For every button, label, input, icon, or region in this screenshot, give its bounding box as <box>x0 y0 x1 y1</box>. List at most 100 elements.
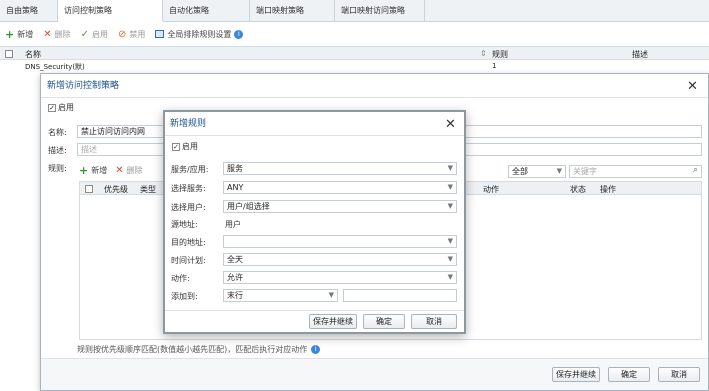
enable-checkbox[interactable]: ✓ <box>48 103 56 112</box>
action-select[interactable]: 允许 ▼ <box>223 271 457 284</box>
table-row[interactable]: DNS_Security(默) 1 <box>0 60 709 72</box>
add-to-select[interactable]: 末行 ▼ <box>223 289 338 302</box>
sort-icon[interactable]: ⇕ <box>480 49 487 58</box>
dest-address-label: 目的地址: <box>171 238 206 247</box>
table-header: 名称 ⇕ 规则 描述 <box>0 46 709 60</box>
action-value: 允许 <box>227 273 243 282</box>
info-icon[interactable]: i <box>234 29 244 39</box>
schedule-value: 全天 <box>227 255 243 264</box>
chevron-down-icon: ▼ <box>447 255 453 263</box>
service-value: ANY <box>227 183 244 192</box>
ok-button[interactable]: 确定 <box>608 367 650 382</box>
service-app-label: 服务/应用: <box>171 165 209 174</box>
exclude-rules-button[interactable]: 全局排除规则设置 i <box>155 29 244 40</box>
rule-add-label: 新增 <box>91 166 108 175</box>
chevron-down-icon: ▼ <box>328 291 334 299</box>
select-all-checkbox[interactable] <box>5 50 13 58</box>
enable-label: 启用 <box>92 29 108 39</box>
disable-label: 禁用 <box>129 29 146 39</box>
row-rule: 1 <box>492 62 497 70</box>
ban-icon: ⊘ <box>118 28 127 40</box>
rule-enable-row[interactable]: ✓ 启用 <box>172 141 198 152</box>
info-icon[interactable]: i <box>311 345 321 354</box>
list-icon <box>155 30 165 38</box>
chevron-down-icon: ▼ <box>447 237 453 245</box>
rule-enable-checkbox[interactable]: ✓ <box>172 142 180 151</box>
plus-icon: + <box>79 164 89 177</box>
col-desc: 描述 <box>632 50 648 59</box>
enable-checkbox-row[interactable]: ✓ 启用 <box>48 102 74 113</box>
add-button[interactable]: + 新增 <box>5 28 33 41</box>
delete-label: 删除 <box>54 29 71 39</box>
rule-cancel-button[interactable]: 取消 <box>411 314 457 329</box>
enable-button[interactable]: ✓ 启用 <box>81 29 108 40</box>
tab-2[interactable]: 自动化策略 <box>163 0 250 22</box>
add-label: 新增 <box>17 29 34 39</box>
search-icon[interactable]: ⌕ <box>693 166 698 176</box>
service-app-select[interactable]: 服务 ▼ <box>223 162 457 175</box>
priority-hint: 规则按优先级顺序匹配(数值越小越先匹配)，匹配后执行对应动作 i <box>77 344 321 355</box>
row-name: DNS_Security(默) <box>25 63 85 71</box>
chevron-down-icon: ▼ <box>447 273 453 281</box>
user-value: 用户/组选择 <box>227 202 270 211</box>
service-app-value: 服务 <box>227 164 243 173</box>
user-select[interactable]: 用户/组选择 ▼ <box>223 200 457 213</box>
dialog-title: 新增访问控制策略 <box>41 74 708 98</box>
source-address-value: 用户 <box>225 220 241 229</box>
col-priority: 优先级 <box>104 185 128 194</box>
add-to-value: 末行 <box>227 291 243 300</box>
delete-icon: ✕ <box>43 28 52 40</box>
rule-select-all-checkbox[interactable] <box>85 185 93 193</box>
action-label: 动作: <box>171 274 190 283</box>
tab-0[interactable]: 自由策略 <box>0 0 58 22</box>
source-address-label: 源地址: <box>171 220 198 229</box>
rule-ok-button[interactable]: 确定 <box>363 314 405 329</box>
check-icon: ✓ <box>80 28 89 40</box>
main-toolbar: + 新增 ✕ 删除 ✓ 启用 ⊘ 禁用 全局排除规则设置 i <box>0 23 709 45</box>
hint-text: 规则按优先级顺序匹配(数值越小越先匹配)，匹配后执行对应动作 <box>77 345 308 354</box>
rule-save-continue-button[interactable]: 保存并继续 <box>309 314 357 329</box>
col-type: 类型 <box>140 185 156 194</box>
schedule-label: 时间计划: <box>171 256 206 265</box>
close-icon[interactable]: ✕ <box>687 80 698 93</box>
exclude-rules-label: 全局排除规则设置 <box>167 29 232 39</box>
delete-button[interactable]: ✕ 删除 <box>43 29 70 40</box>
disable-button[interactable]: ⊘ 禁用 <box>118 29 145 40</box>
tab-access-control[interactable]: 访问控制策略 <box>58 0 163 22</box>
top-tab-bar: 自由策略 访问控制策略 自动化策略 端口映射策略 端口映射访问策略 <box>0 0 709 22</box>
service-select[interactable]: ANY ▼ <box>223 181 457 194</box>
rule-toolbar: + 新增 ✕ 删除 <box>79 164 143 177</box>
col-rule: 规则 <box>492 50 508 59</box>
add-rule-dialog: 新增规则 ✕ ✓ 启用 服务/应用: 服务 ▼ 选择服务: ANY ▼ 选择用户… <box>163 110 466 334</box>
policy-table: 名称 ⇕ 规则 描述 DNS_Security(默) 1 <box>0 46 709 72</box>
close-icon[interactable]: ✕ <box>445 118 456 131</box>
col-status: 状态 <box>570 185 586 194</box>
tab-4[interactable]: 端口映射访问策略 <box>335 0 425 22</box>
rule-add-button[interactable]: + 新增 <box>79 164 107 177</box>
rules-label: 规则: <box>48 164 67 173</box>
schedule-select[interactable]: 全天 ▼ <box>223 253 457 266</box>
rule-dialog-title: 新增规则 <box>165 112 464 136</box>
cancel-button[interactable]: 取消 <box>658 367 700 382</box>
keyword-placeholder: 关键字 <box>573 167 597 176</box>
name-label: 名称: <box>48 128 67 137</box>
col-name: 名称 <box>25 50 41 59</box>
rule-enable-label: 启用 <box>182 142 198 151</box>
desc-label: 描述: <box>48 146 67 155</box>
chevron-down-icon: ▼ <box>447 183 453 191</box>
add-to-label: 添加到: <box>171 292 198 301</box>
rule-delete-label: 删除 <box>126 166 143 175</box>
filter-select-value: 全部 <box>512 167 528 176</box>
filter-select[interactable]: 全部 ▼ <box>508 165 566 178</box>
col-action: 动作 <box>483 185 499 194</box>
keyword-search-input[interactable]: 关键字 ⌕ <box>569 165 702 178</box>
add-to-position-input[interactable] <box>343 289 457 302</box>
col-operation: 操作 <box>600 185 616 194</box>
dest-address-select[interactable]: ▼ <box>223 235 457 248</box>
dialog-footer: 保存并继续 确定 取消 <box>41 358 708 390</box>
chevron-down-icon: ▼ <box>556 167 562 175</box>
enable-checkbox-label: 启用 <box>58 103 74 112</box>
rule-delete-button[interactable]: ✕ 删除 <box>115 165 142 176</box>
save-continue-button[interactable]: 保存并继续 <box>552 367 600 382</box>
tab-3[interactable]: 端口映射策略 <box>250 0 335 22</box>
